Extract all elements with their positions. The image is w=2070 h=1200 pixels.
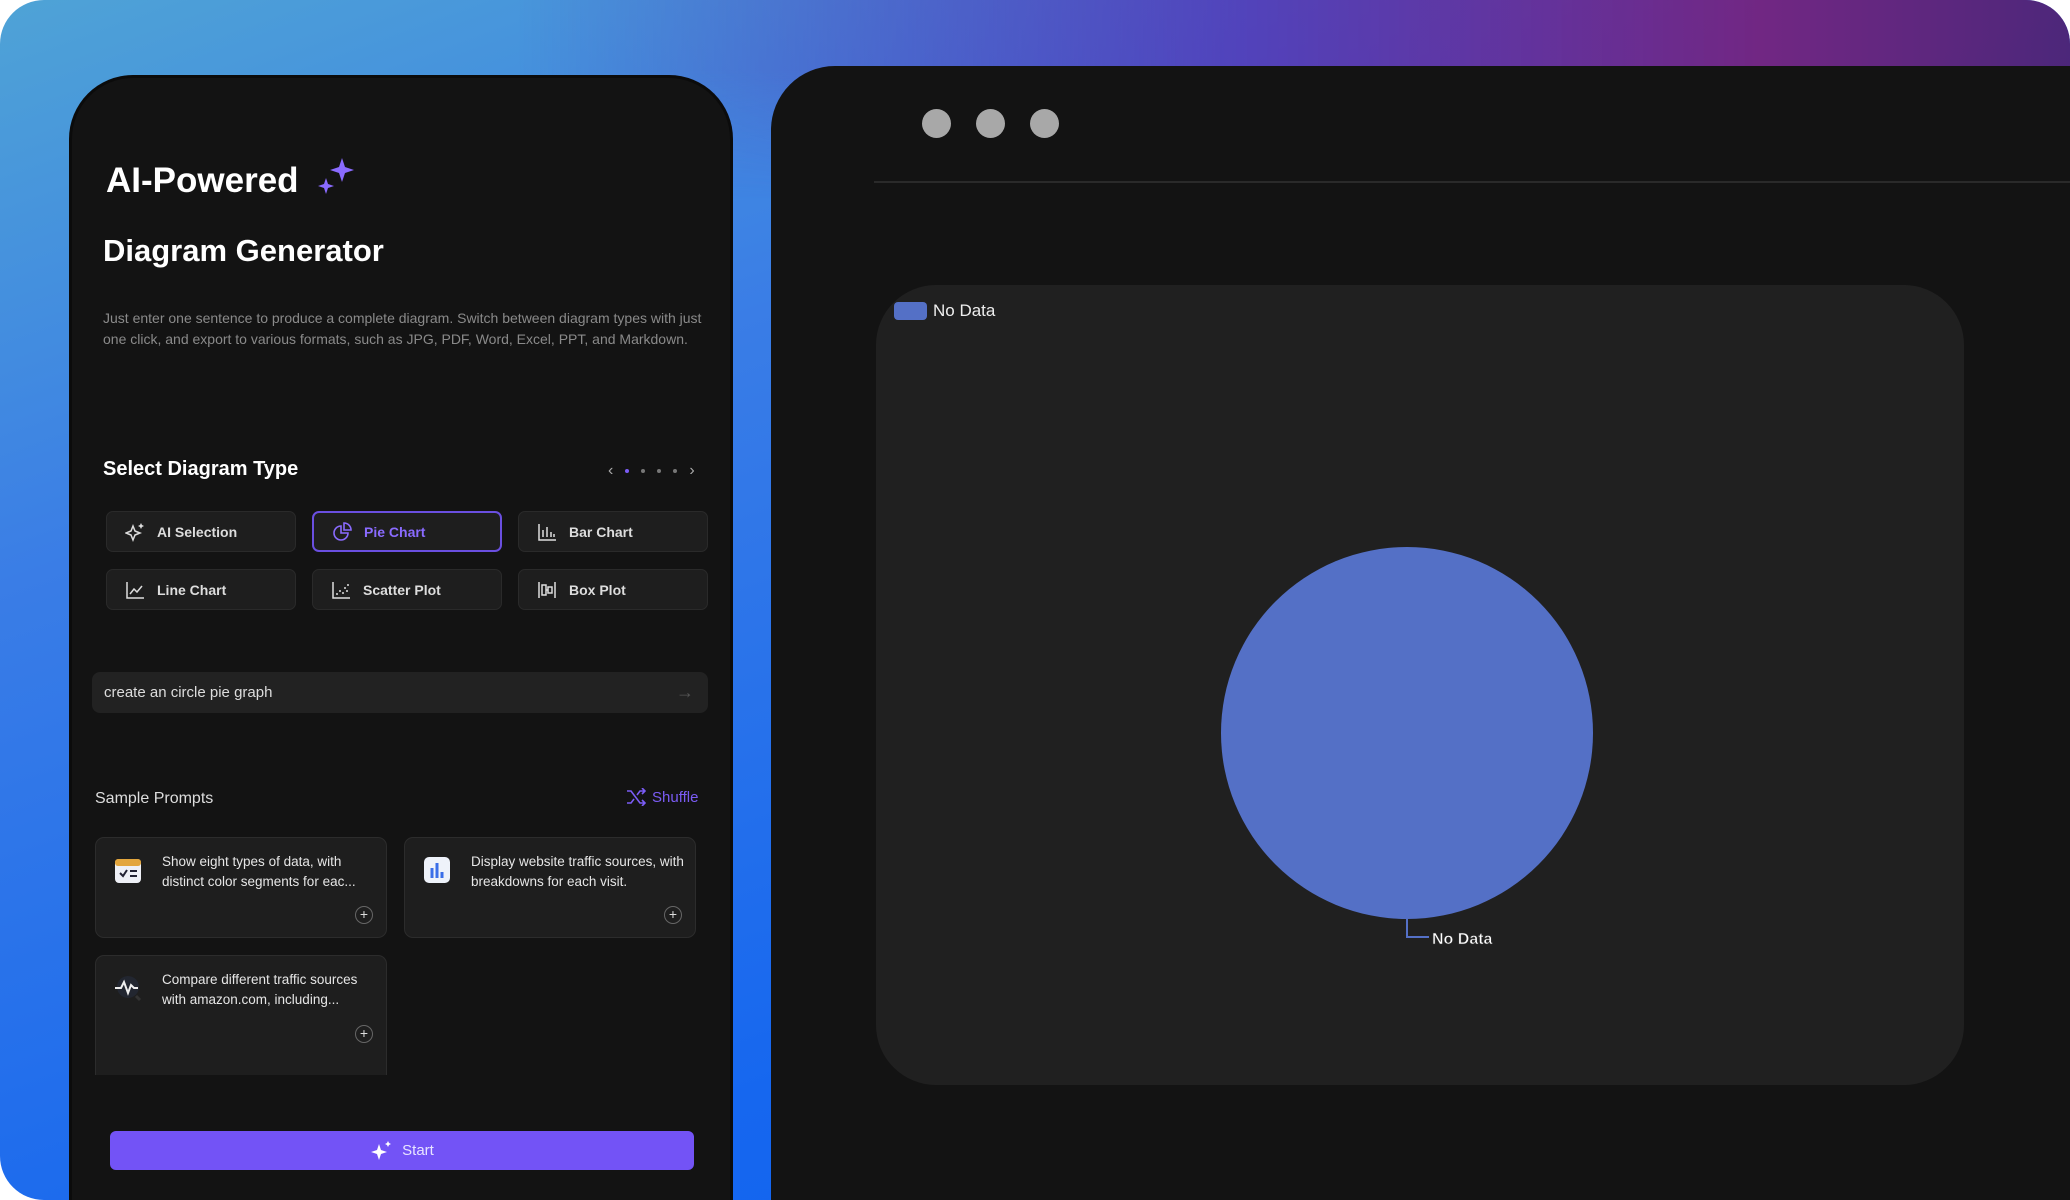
preview-window: No Data No Data — [771, 66, 2070, 1200]
arrow-right-icon[interactable]: → — [676, 682, 694, 703]
legend-label[interactable]: No Data — [933, 301, 996, 320]
scatter-plot-icon — [332, 581, 350, 599]
box-plot-icon — [538, 581, 556, 598]
description: Just enter one sentence to produce a com… — [103, 310, 702, 347]
pie-chart: No Data No Data — [894, 301, 1593, 948]
chart-card: No Data No Data — [876, 285, 1964, 1085]
type-line-chart[interactable]: Line Chart — [106, 569, 296, 610]
add-icon[interactable]: + — [355, 1025, 373, 1043]
sparkle-icon — [371, 1140, 392, 1160]
title-line2: Diagram Generator — [103, 233, 384, 268]
add-icon[interactable]: + — [664, 906, 682, 924]
legend-swatch[interactable] — [894, 302, 927, 320]
pager-dot[interactable] — [641, 469, 646, 473]
type-pie-chart[interactable]: Pie Chart — [312, 511, 502, 552]
prompt-input[interactable]: create an circle pie graph → — [92, 672, 708, 713]
sample-prompt-card[interactable]: Compare different traffic sources with a… — [95, 955, 387, 1075]
pie-chart-icon — [333, 521, 352, 541]
select-diagram-heading: Select Diagram Type — [103, 458, 299, 480]
type-box-plot[interactable]: Box Plot — [518, 569, 708, 610]
window-dot — [976, 109, 1005, 138]
sample-prompt-card[interactable]: Show eight types of data, with distinct … — [95, 837, 387, 938]
calendar-checklist-icon — [115, 859, 141, 883]
divider — [874, 181, 2070, 183]
type-ai-selection[interactable]: AI Selection — [106, 511, 296, 552]
line-chart-icon — [126, 581, 144, 599]
window-dot — [922, 109, 951, 138]
label-leader-line — [1406, 919, 1429, 938]
type-bar-chart[interactable]: Bar Chart — [518, 511, 708, 552]
title-line1: AI-Powered — [106, 156, 356, 201]
generator-panel: AI-Powered Diagram Generator Just enter … — [69, 75, 733, 1200]
pie-slice[interactable] — [1221, 547, 1593, 919]
pager-dot[interactable] — [625, 469, 630, 473]
pager-dot[interactable] — [673, 469, 678, 473]
type-pager: ‹ › — [608, 462, 695, 480]
chevron-right-icon[interactable]: › — [689, 462, 694, 480]
bar-chart-icon — [538, 523, 556, 541]
sample-prompt-card[interactable]: Display website traffic sources, with br… — [404, 837, 696, 938]
window-dot — [1030, 109, 1059, 138]
start-button[interactable]: Start — [110, 1131, 694, 1170]
add-icon[interactable]: + — [355, 906, 373, 924]
chevron-left-icon[interactable]: ‹ — [608, 462, 613, 480]
slice-label: No Data — [1432, 931, 1493, 948]
shuffle-icon — [627, 788, 646, 806]
pager-dot[interactable] — [657, 469, 662, 473]
sparkle-icon — [125, 522, 144, 542]
type-scatter-plot[interactable]: Scatter Plot — [312, 569, 502, 610]
shuffle-button[interactable]: Shuffle — [626, 788, 698, 806]
sparkle-icon — [318, 158, 355, 194]
activity-search-icon — [115, 976, 142, 1002]
sample-prompts-heading: Sample Prompts — [95, 790, 214, 807]
bar-chart-app-icon — [424, 857, 450, 883]
